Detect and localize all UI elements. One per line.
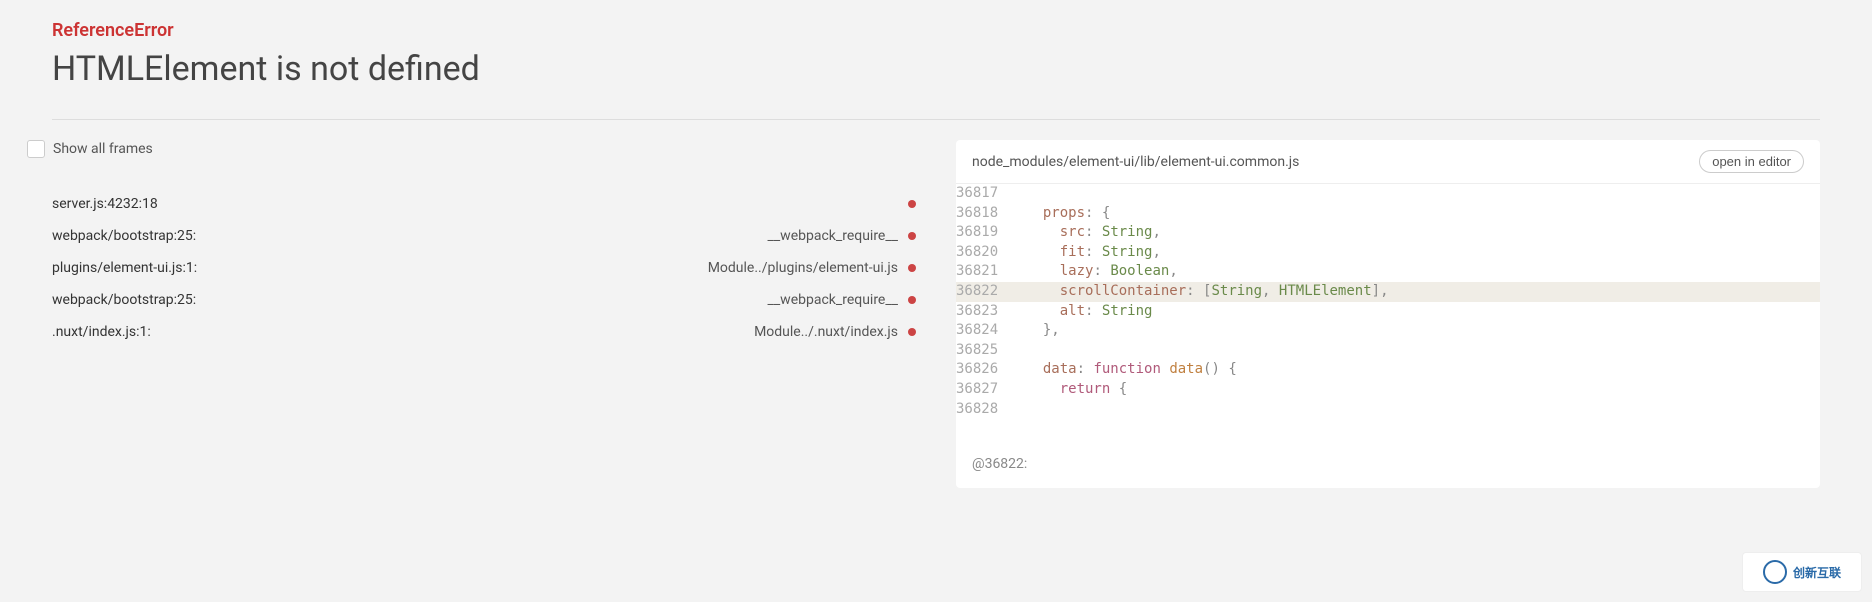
code-footer: @36822: [956, 439, 1820, 488]
line-number: 36821 [956, 262, 1006, 282]
frame-location: server.js:4232:18 [52, 196, 158, 212]
stack-frame[interactable]: webpack/bootstrap:25: __webpack_require__ [52, 220, 916, 252]
show-all-frames-checkbox[interactable] [27, 140, 45, 158]
file-path: node_modules/element-ui/lib/element-ui.c… [972, 154, 1299, 170]
line-number: 36817 [956, 184, 1006, 204]
line-content: }, [1006, 321, 1060, 341]
code-line: 36824 }, [956, 321, 1820, 341]
line-number: 36820 [956, 243, 1006, 263]
frame-function: Module../.nuxt/index.js [754, 324, 916, 340]
stack-frame[interactable]: server.js:4232:18 [52, 188, 916, 220]
code-line: 36817 [956, 184, 1820, 204]
line-content [1006, 341, 1026, 361]
code-line: 36823 alt: String [956, 302, 1820, 322]
frame-function: Module../plugins/element-ui.js [708, 260, 916, 276]
line-number: 36825 [956, 341, 1006, 361]
line-content: src: String, [1006, 223, 1161, 243]
line-number: 36823 [956, 302, 1006, 322]
frame-dot-icon [908, 232, 916, 240]
frame-function: __webpack_require__ [768, 292, 916, 308]
line-content [1006, 400, 1026, 420]
line-number: 36826 [956, 360, 1006, 380]
watermark-text: 创新互联 [1793, 564, 1841, 581]
code-body: 3681736818 props: {36819 src: String,368… [956, 184, 1820, 419]
divider [52, 119, 1820, 120]
frame-function: __webpack_require__ [768, 228, 916, 244]
show-all-frames-label: Show all frames [53, 141, 153, 157]
line-number: 36819 [956, 223, 1006, 243]
frame-location: webpack/bootstrap:25: [52, 228, 196, 244]
code-header: node_modules/element-ui/lib/element-ui.c… [956, 140, 1820, 184]
code-line: 36820 fit: String, [956, 243, 1820, 263]
line-content: data: function data() { [1006, 360, 1237, 380]
line-number: 36818 [956, 204, 1006, 224]
show-all-frames-row[interactable]: Show all frames [27, 140, 916, 158]
frame-function [908, 200, 916, 208]
line-content: alt: String [1006, 302, 1152, 322]
line-number: 36824 [956, 321, 1006, 341]
code-line: 36826 data: function data() { [956, 360, 1820, 380]
frame-location: .nuxt/index.js:1: [52, 324, 151, 340]
code-line: 36825 [956, 341, 1820, 361]
code-panel: node_modules/element-ui/lib/element-ui.c… [956, 140, 1820, 488]
error-message: HTMLElement is not defined [52, 49, 1820, 89]
line-number: 36828 [956, 400, 1006, 420]
frame-dot-icon [908, 296, 916, 304]
watermark-icon [1763, 560, 1787, 584]
stack-frame[interactable]: webpack/bootstrap:25: __webpack_require__ [52, 284, 916, 316]
line-content: lazy: Boolean, [1006, 262, 1178, 282]
line-number: 36822 [956, 282, 1006, 302]
code-line: 36821 lazy: Boolean, [956, 262, 1820, 282]
line-content: props: { [1006, 204, 1110, 224]
code-line: 36827 return { [956, 380, 1820, 400]
frame-dot-icon [908, 328, 916, 336]
code-line: 36822 scrollContainer: [String, HTMLElem… [956, 282, 1820, 302]
stack-frame[interactable]: .nuxt/index.js:1: Module../.nuxt/index.js [52, 316, 916, 348]
frame-dot-icon [908, 200, 916, 208]
code-line: 36828 [956, 400, 1820, 420]
code-line: 36819 src: String, [956, 223, 1820, 243]
line-content: return { [1006, 380, 1127, 400]
code-line: 36818 props: { [956, 204, 1820, 224]
open-in-editor-button[interactable]: open in editor [1699, 150, 1804, 173]
error-type: ReferenceError [52, 20, 1820, 41]
line-content: scrollContainer: [String, HTMLElement], [1006, 282, 1389, 302]
line-content: fit: String, [1006, 243, 1161, 263]
line-content [1006, 184, 1026, 204]
stack-frame[interactable]: plugins/element-ui.js:1: Module../plugins… [52, 252, 916, 284]
line-number: 36827 [956, 380, 1006, 400]
frame-location: webpack/bootstrap:25: [52, 292, 196, 308]
frame-location: plugins/element-ui.js:1: [52, 260, 197, 276]
watermark: 创新互联 [1742, 552, 1862, 592]
frame-dot-icon [908, 264, 916, 272]
frames-panel: Show all frames server.js:4232:18 webpack… [52, 140, 916, 488]
